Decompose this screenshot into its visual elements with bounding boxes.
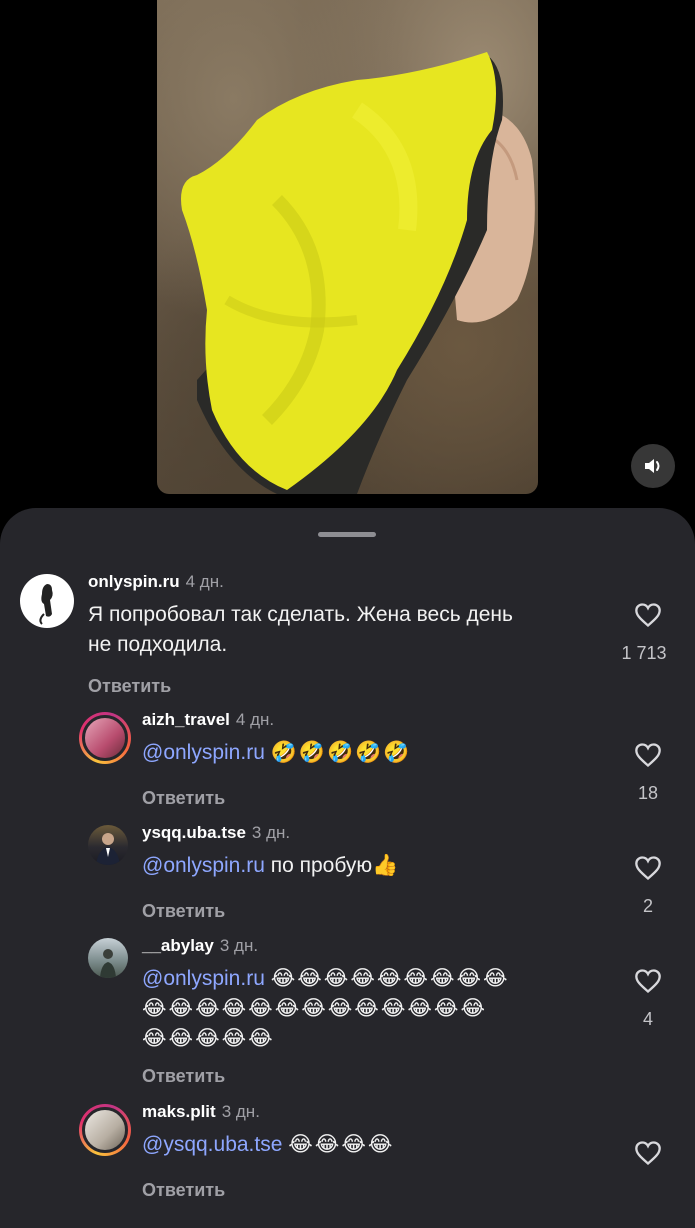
comment-header: onlyspin.ru 4 дн. xyxy=(88,572,224,592)
video-frame[interactable] xyxy=(157,0,538,494)
heart-icon[interactable] xyxy=(634,1140,662,1166)
avatar-photo xyxy=(82,715,128,761)
emoji-text: 😂😂😂😂😂 xyxy=(142,1027,275,1050)
yellow-cloth-image xyxy=(181,52,535,494)
comment-header: ysqq.uba.tse 3 дн. xyxy=(142,823,290,843)
comment-text-line: Я попробовал так сделать. Жена весь день xyxy=(88,603,513,626)
like-count: 1 713 xyxy=(621,643,667,663)
like-control[interactable]: 1 713 xyxy=(621,602,668,664)
speaker-icon xyxy=(645,459,660,473)
username[interactable]: ysqq.uba.tse xyxy=(142,823,246,842)
emoji-text: 😂😂😂😂 xyxy=(288,1133,395,1156)
comments-sheet: onlyspin.ru 4 дн. Я попробовал так сделат… xyxy=(0,508,695,1228)
avatar[interactable] xyxy=(88,938,128,978)
like-control[interactable]: 4 xyxy=(628,968,668,1030)
comment-time: 3 дн. xyxy=(251,823,291,842)
reply-button[interactable]: Ответить xyxy=(142,1180,225,1201)
like-count: 4 xyxy=(642,1009,653,1029)
heart-icon[interactable] xyxy=(634,602,662,628)
avatar[interactable] xyxy=(88,825,128,865)
avatar[interactable] xyxy=(20,574,74,628)
emoji-text: 😂😂😂😂😂😂😂😂😂😂😂😂😂 xyxy=(142,997,487,1020)
drag-handle[interactable] xyxy=(318,532,376,537)
comment-time: 4 дн. xyxy=(185,572,224,591)
comment-time: 3 дн. xyxy=(221,1102,260,1121)
reply-button[interactable]: Ответить xyxy=(142,901,225,922)
monkey-logo-icon xyxy=(39,584,53,625)
comment-header: aizh_travel 4 дн. xyxy=(142,710,274,730)
comment-header: maks.plit 3 дн. xyxy=(142,1102,260,1122)
comment-text: @onlyspin.ru 😂😂😂😂😂😂😂😂😂 😂😂😂😂😂😂😂😂😂😂😂😂😂 😂😂😂… xyxy=(142,964,602,1054)
like-control[interactable]: 2 xyxy=(628,855,668,917)
comment-header: __abylay 3 дн. xyxy=(142,936,258,956)
reply-button[interactable]: Ответить xyxy=(142,788,225,809)
like-count: 18 xyxy=(637,783,659,803)
avatar[interactable] xyxy=(79,712,131,764)
mention-link[interactable]: @onlyspin.ru xyxy=(142,967,265,990)
heart-icon[interactable] xyxy=(634,968,662,994)
comment-time: 4 дн. xyxy=(235,710,275,729)
reply-button[interactable]: Ответить xyxy=(142,1066,225,1087)
heart-icon[interactable] xyxy=(634,742,662,768)
comment-body: по пробую👍 xyxy=(264,854,399,877)
mention-link[interactable]: @ysqq.uba.tse xyxy=(142,1133,282,1156)
video-player[interactable] xyxy=(0,0,695,520)
reply-button[interactable]: Ответить xyxy=(88,676,171,697)
like-count: 2 xyxy=(642,896,653,916)
username[interactable]: aizh_travel xyxy=(142,710,230,729)
avatar-photo xyxy=(82,1107,128,1153)
mention-link[interactable]: @onlyspin.ru xyxy=(142,741,265,764)
username[interactable]: onlyspin.ru xyxy=(88,572,180,591)
like-control[interactable]: 18 xyxy=(628,742,668,804)
mention-link[interactable]: @onlyspin.ru xyxy=(142,854,265,877)
emoji-text: 😂😂😂😂😂😂😂😂😂 xyxy=(270,967,510,990)
avatar[interactable] xyxy=(79,1104,131,1156)
comment-text-line: @onlyspin.ru 😂😂😂😂😂😂😂😂😂 xyxy=(142,964,602,994)
sound-toggle-button[interactable] xyxy=(631,444,675,488)
comment-text: Я попробовал так сделать. Жена весь день… xyxy=(88,600,588,660)
username[interactable]: maks.plit xyxy=(142,1102,216,1121)
comment-text: @ysqq.uba.tse 😂😂😂😂 xyxy=(142,1130,602,1160)
comment-text-line: не подходила. xyxy=(88,633,228,656)
like-control[interactable] xyxy=(628,1140,668,1181)
comment-text: @onlyspin.ru по пробую👍 xyxy=(142,851,602,881)
comment-time: 3 дн. xyxy=(219,936,259,955)
heart-icon[interactable] xyxy=(634,855,662,881)
person-photo-icon xyxy=(100,949,116,978)
comment-text: @onlyspin.ru 🤣🤣🤣🤣🤣 xyxy=(142,738,602,768)
person-photo-icon xyxy=(96,833,120,865)
emoji-text: 🤣🤣🤣🤣🤣 xyxy=(270,741,412,764)
username[interactable]: __abylay xyxy=(142,936,214,955)
